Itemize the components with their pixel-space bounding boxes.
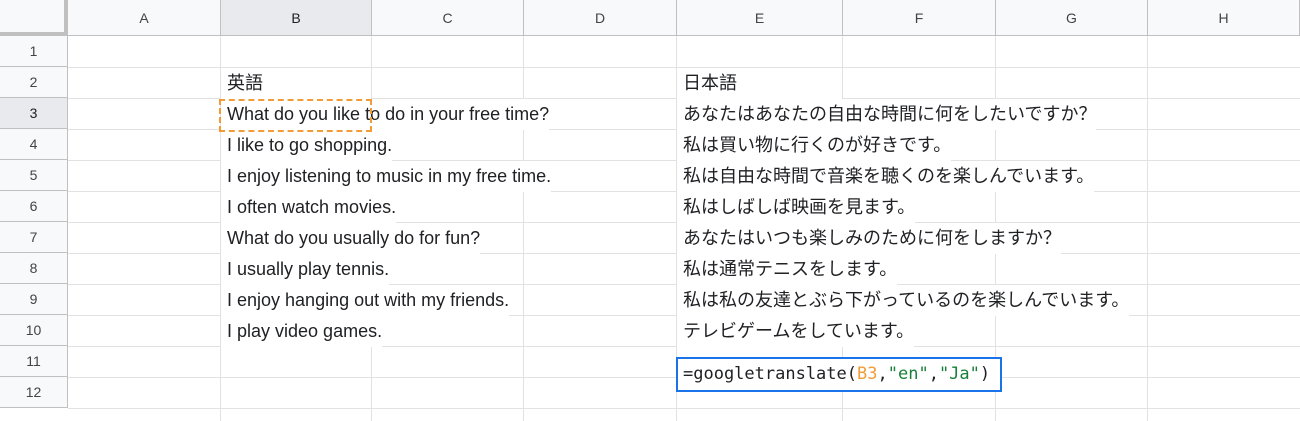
column-header-c[interactable]: C xyxy=(372,0,524,36)
cell-b4[interactable]: I like to go shopping. xyxy=(221,130,393,161)
cell-b10[interactable]: I play video games. xyxy=(221,316,383,347)
row-header-12[interactable]: 12 xyxy=(0,377,68,408)
cell-e2[interactable]: 日本語 xyxy=(677,68,842,99)
cell-b6[interactable]: I often watch movies. xyxy=(221,192,397,223)
row-header-5[interactable]: 5 xyxy=(0,160,68,191)
row-header-7[interactable]: 7 xyxy=(0,222,68,253)
row-header-11[interactable]: 11 xyxy=(0,346,68,377)
select-all-corner[interactable] xyxy=(0,0,68,36)
gridline xyxy=(1147,36,1148,421)
cell-e7[interactable]: あなたはいつも楽しみのために何をしますか？ xyxy=(677,223,1061,254)
row-header-8[interactable]: 8 xyxy=(0,253,68,284)
column-header-d[interactable]: D xyxy=(524,0,677,36)
cell-e6[interactable]: 私はしばしば映画を見ます。 xyxy=(677,192,916,223)
cell-e3[interactable]: あなたはあなたの自由な時間に何をしたいですか？ xyxy=(677,99,1097,130)
column-header-b[interactable]: B xyxy=(221,0,372,36)
formula-separator: , xyxy=(928,364,939,384)
row-header-10[interactable]: 10 xyxy=(0,315,68,346)
cell-b3[interactable]: What do you like to do in your free time… xyxy=(221,99,550,130)
cell-b8[interactable]: I usually play tennis. xyxy=(221,254,390,285)
column-header-h[interactable]: H xyxy=(1148,0,1300,36)
row-header-1[interactable]: 1 xyxy=(0,36,68,67)
column-header-g[interactable]: G xyxy=(996,0,1148,36)
row-header-9[interactable]: 9 xyxy=(0,284,68,315)
cell-e8[interactable]: 私は通常テニスをします。 xyxy=(677,254,898,285)
formula-ref-token: B3 xyxy=(857,364,878,384)
formula-function-text: =googletranslate( xyxy=(683,364,857,384)
column-header-e[interactable]: E xyxy=(677,0,843,36)
cell-b2[interactable]: 英語 xyxy=(221,68,371,99)
row-header-4[interactable]: 4 xyxy=(0,129,68,160)
formula-separator: , xyxy=(877,364,888,384)
row-header-3[interactable]: 3 xyxy=(0,98,68,129)
formula-edit-cell-e11[interactable]: =googletranslate(B3,"en","Ja") xyxy=(676,357,1002,392)
cell-b7[interactable]: What do you usually do for fun? xyxy=(221,223,481,254)
cell-e10[interactable]: テレビゲームをしています。 xyxy=(677,316,915,347)
gridline xyxy=(68,408,1300,409)
formula-target-lang: "Ja" xyxy=(938,364,980,384)
row-header-2[interactable]: 2 xyxy=(0,67,68,98)
column-header-f[interactable]: F xyxy=(843,0,996,36)
spreadsheet-grid: A B C D E F G H 1 2 3 4 5 6 7 8 9 10 11 … xyxy=(0,0,1300,421)
formula-source-lang: "en" xyxy=(887,364,929,384)
cell-e5[interactable]: 私は自由な時間で音楽を聴くのを楽しんでいます。 xyxy=(677,161,1095,192)
cell-e9[interactable]: 私は私の友達とぶら下がっているのを楽しんでいます。 xyxy=(677,285,1130,316)
cell-e4[interactable]: 私は買い物に行くのが好きです。 xyxy=(677,130,952,161)
column-header-a[interactable]: A xyxy=(68,0,221,36)
cell-b9[interactable]: I enjoy hanging out with my friends. xyxy=(221,285,510,316)
cell-b5[interactable]: I enjoy listening to music in my free ti… xyxy=(221,161,552,192)
gridline xyxy=(523,36,524,421)
formula-close-paren: ) xyxy=(979,364,991,384)
row-header-6[interactable]: 6 xyxy=(0,191,68,222)
